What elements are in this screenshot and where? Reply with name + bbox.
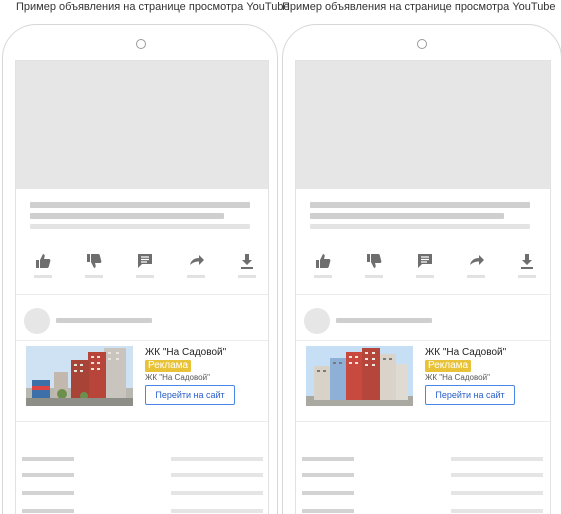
camera-icon — [136, 39, 146, 49]
phone-screen: ЖК "На Садовой" Реклама ЖК "На Садовой" … — [295, 60, 551, 514]
ad-subtitle: ЖК "На Садовой" — [425, 373, 490, 382]
ad-image[interactable] — [26, 346, 133, 406]
download-icon — [521, 254, 533, 269]
thumbs-down-icon — [87, 254, 102, 268]
comment-icon — [418, 254, 432, 268]
ad-unit[interactable]: ЖК "На Садовой" Реклама ЖК "На Садовой" … — [296, 341, 550, 421]
avatar[interactable] — [304, 308, 330, 334]
like-button[interactable] — [28, 253, 58, 283]
video-meta-placeholder — [310, 224, 530, 229]
dislike-button[interactable] — [359, 253, 389, 283]
phone-mockup-left: ЖК "На Садовой" Реклама ЖК "На Садовой" … — [2, 24, 278, 514]
download-button[interactable] — [232, 253, 262, 283]
share-icon — [470, 255, 484, 265]
ad-image[interactable] — [306, 346, 413, 406]
video-meta-placeholder — [30, 224, 250, 229]
like-button[interactable] — [308, 253, 338, 283]
avatar[interactable] — [24, 308, 50, 334]
comment-icon — [138, 254, 152, 268]
phone-mockup-right: ЖК "На Садовой" Реклама ЖК "На Садовой" … — [282, 24, 561, 514]
comment-button[interactable] — [130, 253, 160, 283]
share-button[interactable] — [461, 253, 491, 283]
dislike-button[interactable] — [79, 253, 109, 283]
action-bar — [296, 253, 550, 283]
video-title-placeholder-2 — [30, 213, 224, 219]
camera-icon — [417, 39, 427, 49]
action-bar — [16, 253, 268, 283]
video-title-placeholder-2 — [310, 213, 504, 219]
ad-title[interactable]: ЖК "На Садовой" — [425, 347, 506, 358]
share-button[interactable] — [181, 253, 211, 283]
caption-right: Пример объявления на странице просмотра … — [282, 1, 556, 13]
ad-unit[interactable]: ЖК "На Садовой" Реклама ЖК "На Садовой" … — [16, 341, 268, 421]
visit-site-button[interactable]: Перейти на сайт — [425, 385, 515, 405]
download-button[interactable] — [512, 253, 542, 283]
building-image — [26, 346, 133, 406]
phone-screen: ЖК "На Садовой" Реклама ЖК "На Садовой" … — [15, 60, 269, 514]
caption-left: Пример объявления на странице просмотра … — [16, 1, 290, 13]
download-icon — [241, 254, 253, 269]
channel-name-placeholder — [56, 318, 152, 323]
visit-site-button[interactable]: Перейти на сайт — [145, 385, 235, 405]
ad-badge: Реклама — [425, 360, 472, 372]
thumbs-up-icon — [316, 254, 331, 268]
video-player-placeholder[interactable] — [296, 61, 550, 189]
ad-subtitle: ЖК "На Садовой" — [145, 373, 210, 382]
thumbs-down-icon — [367, 254, 382, 268]
comment-button[interactable] — [410, 253, 440, 283]
ad-badge: Реклама — [145, 360, 192, 372]
building-image — [306, 346, 413, 406]
ad-title[interactable]: ЖК "На Садовой" — [145, 347, 226, 358]
share-icon — [190, 255, 204, 265]
video-player-placeholder[interactable] — [16, 61, 268, 189]
channel-name-placeholder — [336, 318, 432, 323]
video-title-placeholder — [310, 202, 530, 208]
thumbs-up-icon — [36, 254, 51, 268]
video-title-placeholder — [30, 202, 250, 208]
